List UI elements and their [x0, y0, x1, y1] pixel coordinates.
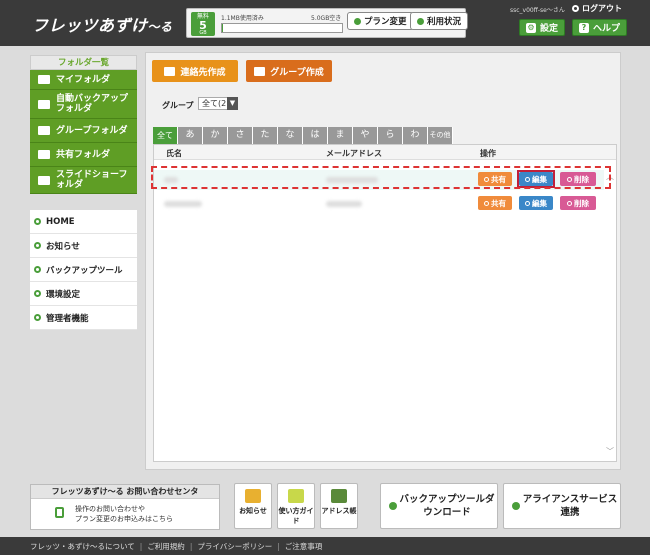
bullet-icon [525, 200, 530, 206]
create-group-button[interactable]: グループ作成 [246, 60, 332, 82]
folder-icon [38, 99, 50, 109]
tab-a[interactable]: あ [178, 127, 203, 144]
footer-links: フレッツ・あずけ〜るについて | ご利用規約 | プライバシーポリシー | ご注… [0, 537, 650, 555]
tab-ka[interactable]: か [203, 127, 228, 144]
tab-na[interactable]: な [278, 127, 303, 144]
contact-email-redacted [326, 201, 362, 207]
contact-list-header: 氏名 メールアドレス 操作 [154, 145, 616, 160]
user-name: ssc_v00ff-se〜さん [510, 7, 565, 14]
bullet-icon [34, 290, 41, 297]
bullet-icon [34, 242, 41, 249]
tab-ha[interactable]: は [303, 127, 328, 144]
address-book-panel: 連絡先作成 グループ作成 グループ 全て(2) ▼ 全て あ か さ た な は… [145, 52, 621, 470]
usage-free-text: 5.0GB空き [311, 15, 342, 22]
usage-used-text: 1.1MB使用済み [221, 15, 264, 22]
tab-ma[interactable]: ま [328, 127, 353, 144]
contact-name-redacted [164, 201, 202, 207]
link-privacy[interactable]: プライバシーポリシー [197, 541, 272, 552]
nav-home[interactable]: HOME [30, 210, 137, 234]
contact-list: 氏名 メールアドレス 操作 共有 編集 削除 共有 編集 削除 ︿ ﹀ [153, 144, 617, 462]
link-notes[interactable]: ご注意事項 [285, 541, 323, 552]
app-header: フレッツあずけ〜る 無料 5 GB 1.1MB使用済み 5.0GB空き プラン変… [0, 0, 650, 46]
gear-icon: ⚙ [526, 22, 536, 33]
group-icon [254, 66, 266, 76]
alliance-service-button[interactable]: アライアンスサービス連携 [503, 483, 621, 529]
logout-icon [572, 5, 579, 12]
folder-sidebar: フォルダ一覧 マイフォルダ 自動バックアップフォルダ グループフォルダ 共有フォ… [30, 55, 137, 194]
sidebar-item-group-folder[interactable]: グループフォルダ [30, 119, 137, 143]
folder-icon [38, 150, 50, 159]
delete-button[interactable]: 削除 [560, 196, 596, 210]
folder-icon [38, 126, 50, 135]
link-about[interactable]: フレッツ・あずけ〜るについて [30, 541, 135, 552]
sidebar-item-slideshow-folder[interactable]: スライドショーフォルダ [30, 167, 137, 194]
backup-tool-download-button[interactable]: バックアップツールダウンロード [380, 483, 498, 529]
link-terms[interactable]: ご利用規約 [147, 541, 185, 552]
phone-icon [55, 507, 64, 518]
scroll-down-icon[interactable]: ﹀ [606, 446, 614, 457]
bullet-icon [512, 502, 520, 510]
bullet-icon [34, 314, 41, 321]
dropdown-arrow-icon: ▼ [227, 97, 238, 110]
nav-admin[interactable]: 管理者機能 [30, 306, 137, 330]
app-logo[interactable]: フレッツあずけ〜る [32, 12, 173, 36]
table-row[interactable]: 共有 編集 削除 [154, 194, 604, 214]
plan-badge: 無料 5 GB [191, 12, 215, 36]
contact-card-icon [164, 66, 176, 76]
bullet-icon [354, 17, 361, 25]
folder-list-title: フォルダ一覧 [30, 55, 137, 70]
group-filter-label: グループ [162, 101, 194, 110]
bullet-icon [417, 17, 424, 25]
beginner-mark-icon [288, 489, 304, 503]
folder-icon [38, 75, 50, 84]
column-ops: 操作 [480, 149, 496, 158]
sidebar-item-auto-backup[interactable]: 自動バックアップフォルダ [30, 90, 137, 119]
settings-button[interactable]: ⚙ 設定 [519, 19, 566, 36]
logout-link[interactable]: ログアウト [572, 3, 622, 14]
nav-backup-tool[interactable]: バックアップツール [30, 258, 137, 282]
bullet-icon [389, 502, 397, 510]
contact-line-2: プラン変更のお申込みはこちら [75, 515, 173, 523]
megaphone-icon [245, 489, 261, 503]
sidebar-item-my-folder[interactable]: マイフォルダ [30, 70, 137, 90]
usage-status-button[interactable]: 利用状況 [410, 12, 469, 30]
tab-ta[interactable]: た [253, 127, 278, 144]
address-book-icon [331, 489, 347, 503]
edit-button[interactable]: 編集 [519, 196, 553, 210]
tab-ya[interactable]: や [353, 127, 378, 144]
row-selection-highlight [151, 166, 611, 189]
bullet-icon [484, 200, 489, 206]
tab-ra[interactable]: ら [378, 127, 403, 144]
tab-wa[interactable]: わ [403, 127, 428, 144]
kana-filter-tabs: 全て あ か さ た な は ま や ら わ その他 [153, 127, 453, 144]
add-contact-button[interactable]: 連絡先作成 [152, 60, 238, 82]
bullet-icon [34, 218, 41, 225]
bullet-icon [34, 266, 41, 273]
tab-sa[interactable]: さ [228, 127, 253, 144]
footer-notices-button[interactable]: お知らせ [234, 483, 272, 529]
contact-center-box[interactable]: フレッツあずけ〜る お問い合わせセンタ 操作のお問い合わせや プラン変更のお申込… [30, 484, 220, 530]
footer-address-book-button[interactable]: アドレス帳 [320, 483, 358, 529]
help-button[interactable]: ? ヘルプ [572, 19, 628, 36]
tab-other[interactable]: その他 [428, 127, 453, 144]
share-button[interactable]: 共有 [478, 196, 512, 210]
group-filter-select[interactable]: 全て(2) ▼ [198, 97, 238, 110]
usage-progress-bar [221, 23, 343, 33]
question-icon: ? [579, 22, 589, 33]
nav-environment-settings[interactable]: 環境設定 [30, 282, 137, 306]
contact-center-title: フレッツあずけ〜る お問い合わせセンタ [31, 485, 219, 499]
sidebar-item-shared-folder[interactable]: 共有フォルダ [30, 143, 137, 167]
usage-progress-fill [222, 24, 223, 32]
column-name: 氏名 [166, 149, 182, 158]
nav-notices[interactable]: お知らせ [30, 234, 137, 258]
plan-change-button[interactable]: プラン変更 [347, 12, 414, 30]
contact-line-1: 操作のお問い合わせや [75, 505, 145, 513]
bullet-icon [567, 200, 572, 206]
tab-all[interactable]: 全て [153, 127, 178, 144]
folder-icon [38, 175, 50, 185]
column-email: メールアドレス [326, 149, 382, 158]
footer-guide-button[interactable]: 使い方ガイド [277, 483, 315, 529]
sidebar-nav: HOME お知らせ バックアップツール 環境設定 管理者機能 [30, 210, 137, 330]
